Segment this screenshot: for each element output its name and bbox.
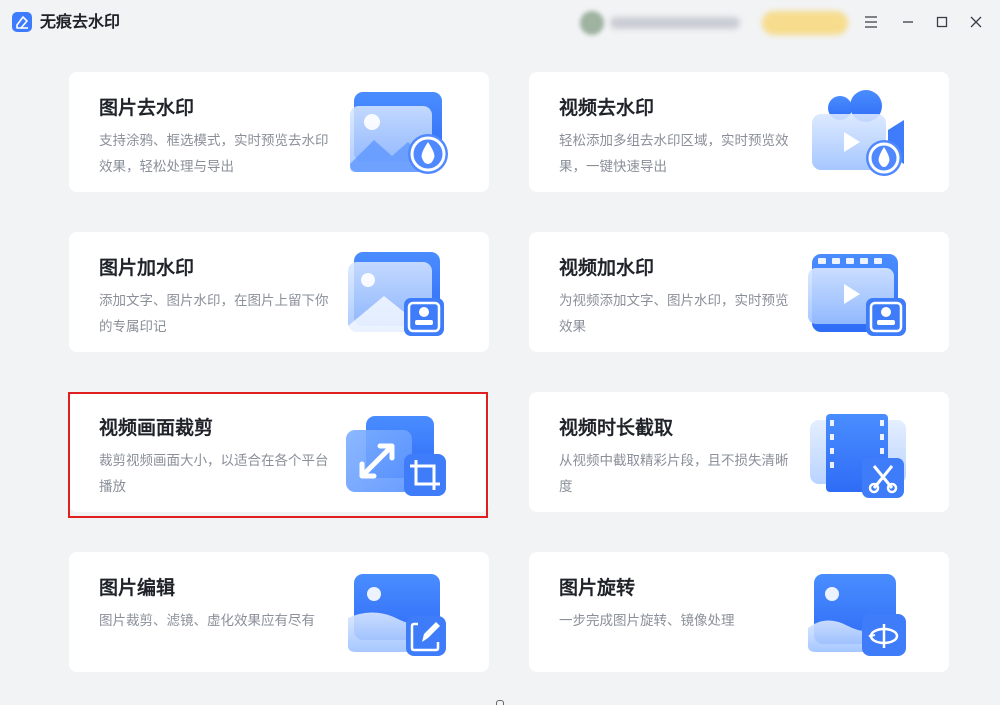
video-add-watermark-icon <box>804 246 914 340</box>
menu-icon[interactable] <box>861 12 881 32</box>
card-image-remove-watermark[interactable]: 图片去水印 支持涂鸦、框选模式，实时预览去水印效果，轻松处理与导出 <box>69 72 489 192</box>
bottom-resize-handle <box>496 700 504 705</box>
eraser-icon <box>12 12 32 32</box>
image-rotate-icon <box>804 566 914 660</box>
image-edit-icon <box>344 566 454 660</box>
card-description: 图片裁剪、滤镜、虚化效果应有尽有 <box>99 613 315 629</box>
close-icon[interactable] <box>966 12 986 32</box>
avatar[interactable] <box>580 11 604 35</box>
card-description: 支持涂鸦、框选模式，实时预览去水印效果，轻松处理与导出 <box>99 133 329 175</box>
card-video-crop[interactable]: 视频画面裁剪 裁剪视频画面大小，以适合在各个平台播放 <box>69 392 489 512</box>
user-account[interactable] <box>576 10 746 36</box>
video-trim-icon <box>804 406 914 500</box>
card-description: 从视频中截取精彩片段，且不损失清晰度 <box>559 453 789 495</box>
card-title: 图片去水印 <box>99 97 195 119</box>
card-title: 视频时长截取 <box>559 417 674 439</box>
video-crop-icon <box>344 406 454 500</box>
card-title: 图片加水印 <box>99 257 195 279</box>
app-title: 无痕去水印 <box>40 12 121 31</box>
maximize-icon[interactable] <box>932 12 952 32</box>
card-description: 轻松添加多组去水印区域，实时预览效果，一键快速导出 <box>559 133 789 175</box>
user-name <box>610 17 740 29</box>
card-video-remove-watermark[interactable]: 视频去水印 轻松添加多组去水印区域，实时预览效果，一键快速导出 <box>529 72 949 192</box>
card-description: 一步完成图片旋转、镜像处理 <box>559 613 735 629</box>
minimize-icon[interactable] <box>898 12 918 32</box>
image-add-watermark-icon <box>344 246 454 340</box>
card-title: 视频加水印 <box>559 257 655 279</box>
card-title: 视频画面裁剪 <box>99 417 214 439</box>
card-image-add-watermark[interactable]: 图片加水印 添加文字、图片水印，在图片上留下你的专属印记 <box>69 232 489 352</box>
title-bar: 无痕去水印 <box>0 0 1000 44</box>
card-title: 视频去水印 <box>559 97 655 119</box>
card-description: 添加文字、图片水印，在图片上留下你的专属印记 <box>99 293 329 335</box>
card-video-add-watermark[interactable]: 视频加水印 为视频添加文字、图片水印，实时预览效果 <box>529 232 949 352</box>
card-title: 图片编辑 <box>99 577 176 599</box>
image-remove-watermark-icon <box>344 86 454 180</box>
card-image-rotate[interactable]: 图片旋转 一步完成图片旋转、镜像处理 <box>529 552 949 672</box>
video-remove-watermark-icon <box>804 86 914 180</box>
card-video-trim[interactable]: 视频时长截取 从视频中截取精彩片段，且不损失清晰度 <box>529 392 949 512</box>
card-description: 裁剪视频画面大小，以适合在各个平台播放 <box>99 453 329 495</box>
vip-button[interactable] <box>762 11 848 35</box>
card-title: 图片旋转 <box>559 577 636 599</box>
card-description: 为视频添加文字、图片水印，实时预览效果 <box>559 293 789 335</box>
card-image-edit[interactable]: 图片编辑 图片裁剪、滤镜、虚化效果应有尽有 <box>69 552 489 672</box>
